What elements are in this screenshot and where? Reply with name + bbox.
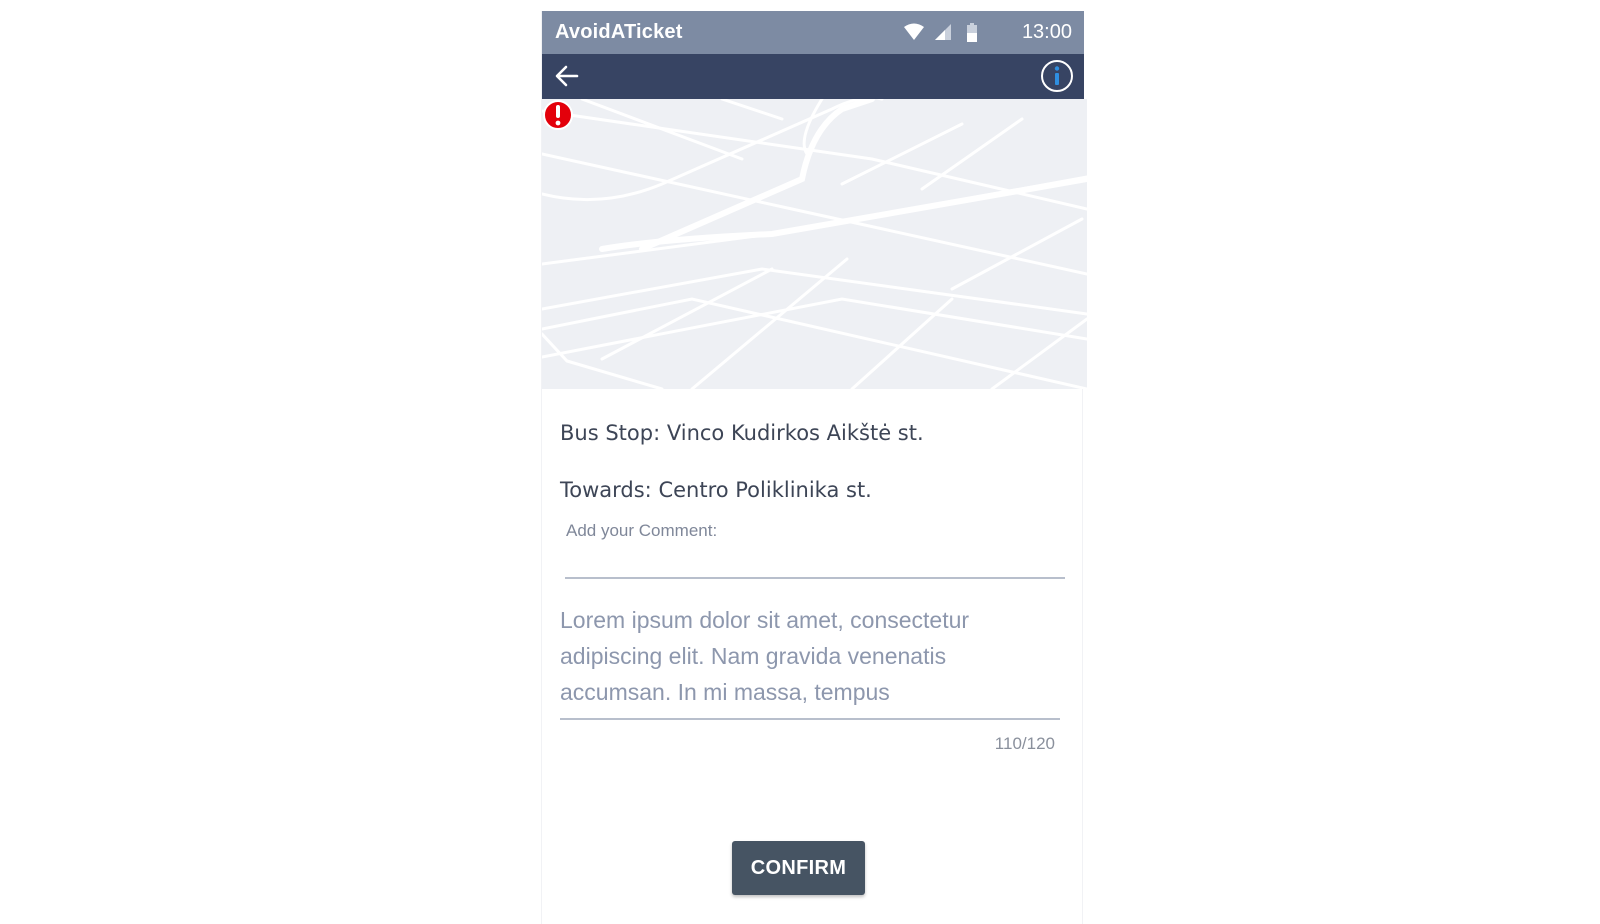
status-icons: [904, 23, 994, 43]
alert-marker-icon[interactable]: [542, 99, 574, 131]
info-icon: [1041, 60, 1073, 92]
confirm-button[interactable]: CONFIRM: [732, 841, 865, 895]
wifi-icon: [904, 23, 924, 40]
comment-field[interactable]: [565, 545, 1065, 579]
bus-stop-text: Bus Stop: Vinco Kudirkos Aikštė st.: [560, 421, 924, 445]
character-counter: 110/120: [994, 734, 1055, 753]
comment-textarea[interactable]: Lorem ipsum dolor sit amet, consectetur …: [560, 602, 1060, 720]
battery-icon: [967, 23, 977, 42]
back-button[interactable]: [551, 60, 583, 92]
phone-screen: AvoidATicket 13:00 Bus Stop: Vinco Kudir…: [541, 11, 1087, 924]
signal-icon: [935, 24, 951, 40]
app-bar: [542, 54, 1084, 99]
map-view[interactable]: [542, 99, 1087, 389]
comment-label: Add your Comment:: [566, 521, 718, 540]
towards-text: Towards: Centro Poliklinika st.: [560, 478, 872, 502]
status-app-name: AvoidATicket: [555, 21, 683, 43]
status-bar: AvoidATicket 13:00: [542, 11, 1084, 54]
arrow-left-icon: [555, 65, 579, 87]
info-button[interactable]: [1040, 59, 1074, 93]
map-streets: [542, 99, 1087, 389]
status-time: 13:00: [1021, 21, 1072, 43]
